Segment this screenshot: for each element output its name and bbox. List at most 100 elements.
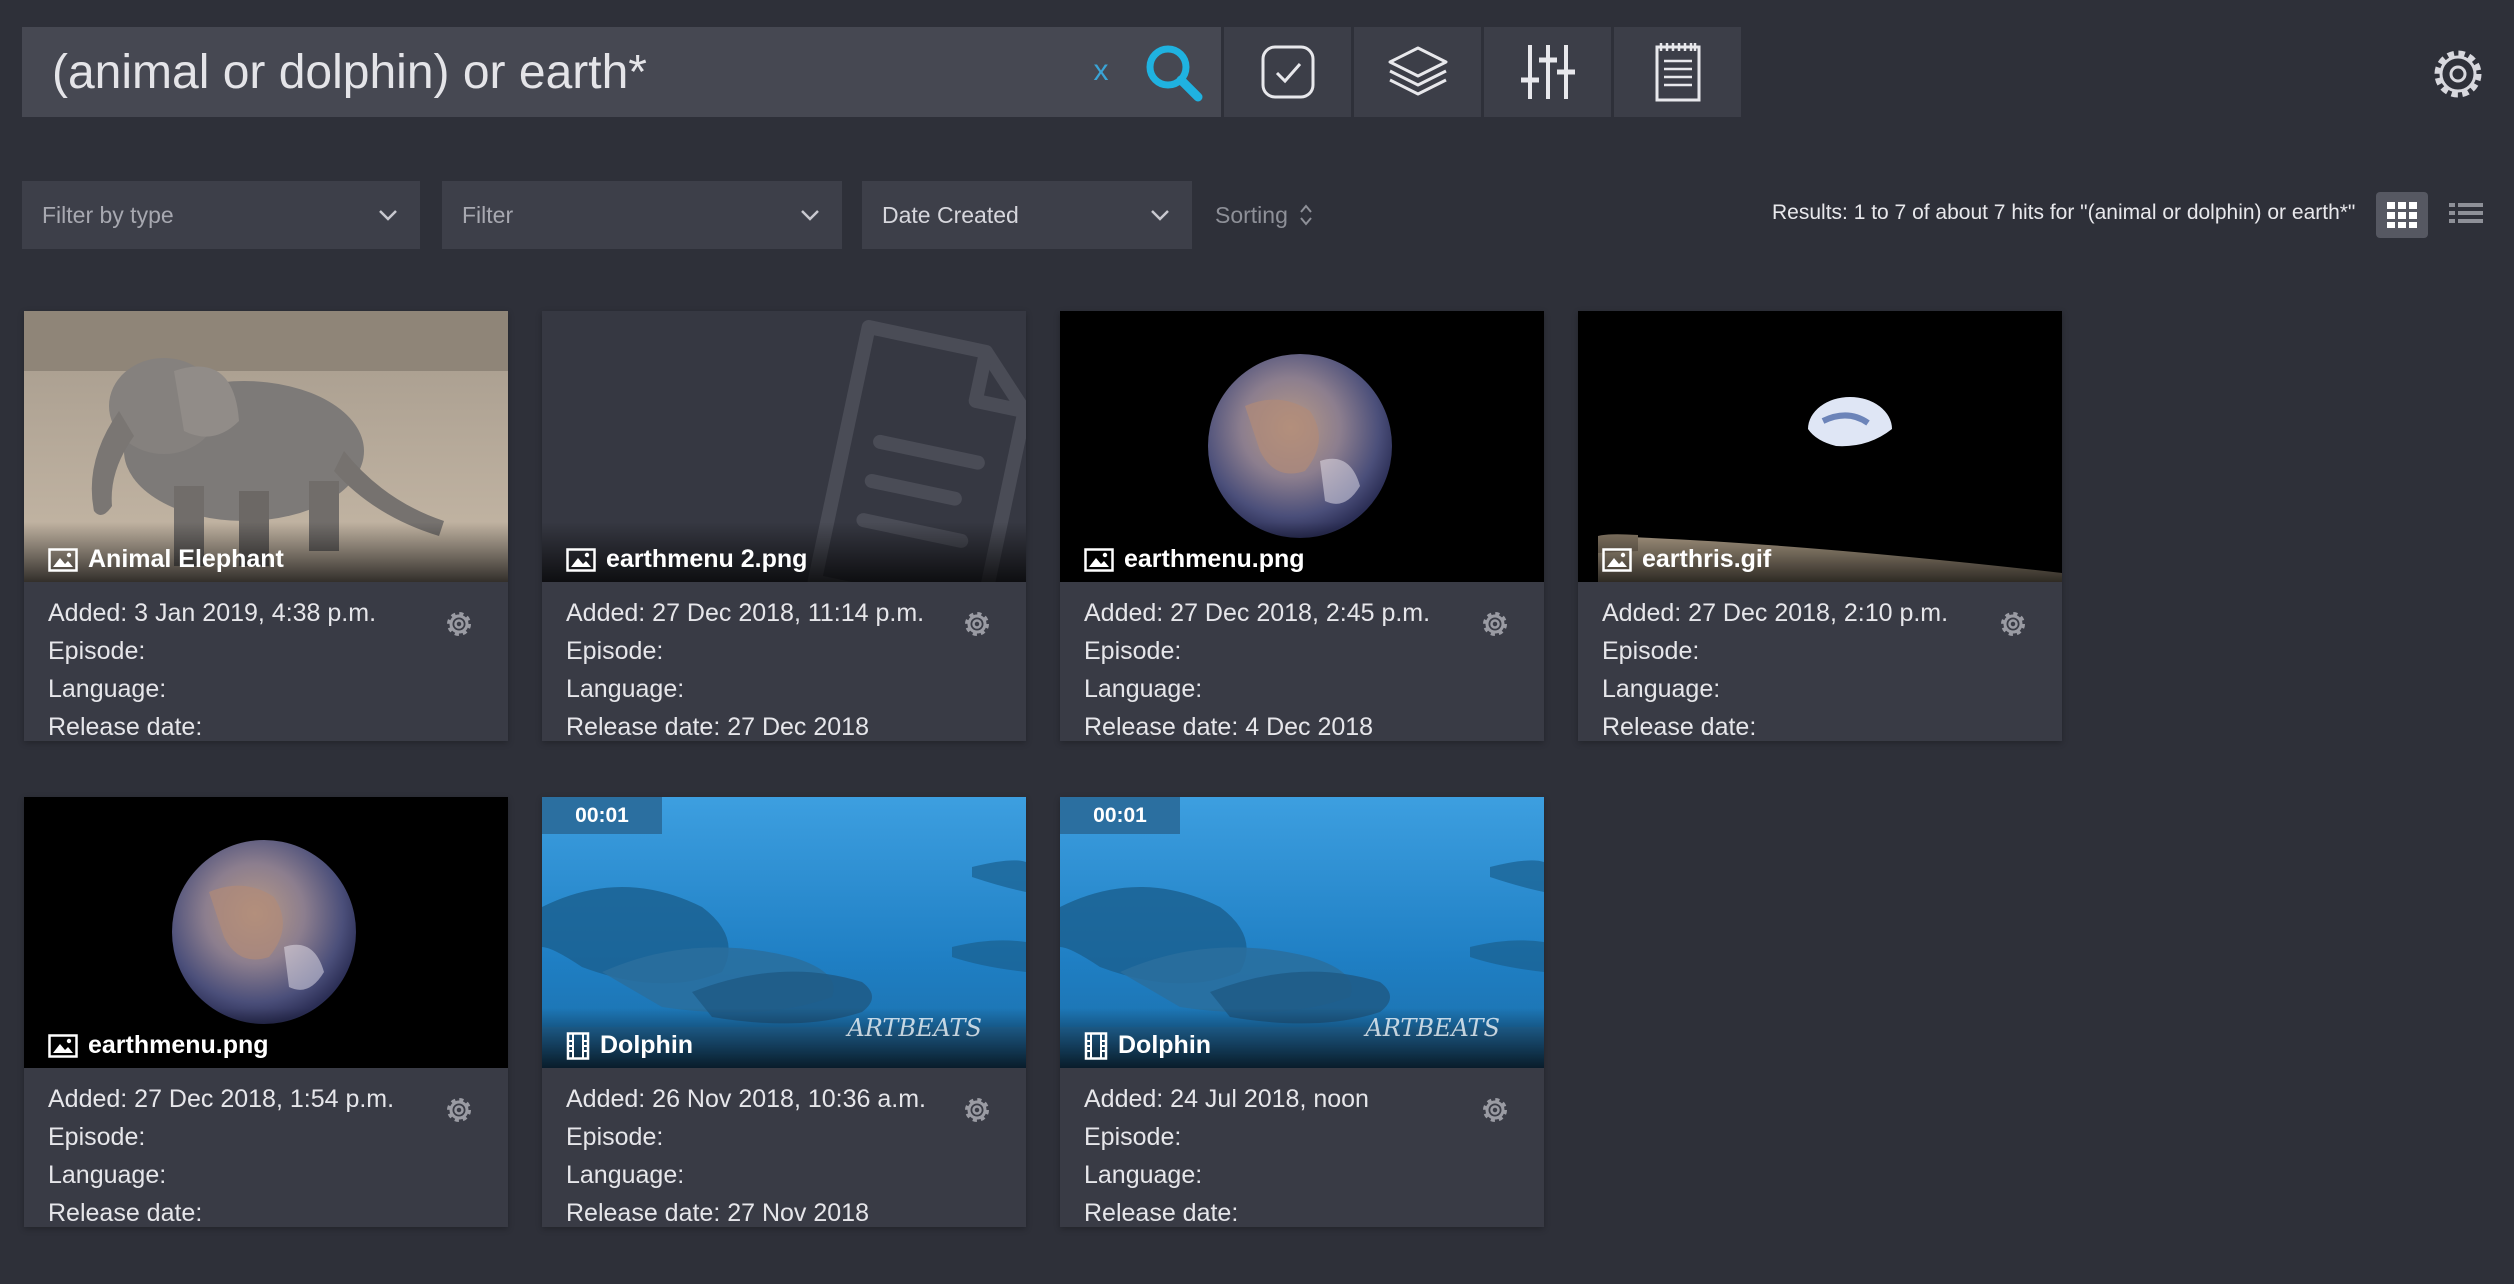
- grid-view-button[interactable]: [2376, 192, 2428, 238]
- filter-label: Filter: [462, 201, 514, 228]
- settings-gear-icon[interactable]: [2428, 44, 2488, 104]
- asset-settings-gear-icon[interactable]: [1478, 607, 1512, 641]
- episode-field: Episode:: [566, 1123, 664, 1151]
- notes-button[interactable]: [1614, 27, 1741, 117]
- language-field: Language:: [48, 1161, 167, 1189]
- asset-metadata: Added: 3 Jan 2019, 4:38 p.m. Episode: La…: [48, 594, 376, 741]
- duration-badge: 00:01: [1060, 797, 1180, 834]
- asset-title: earthris.gif: [1642, 545, 1772, 573]
- list-view-button[interactable]: [2440, 192, 2492, 238]
- grid-icon: [2387, 202, 2417, 228]
- image-type-icon: [48, 1033, 78, 1058]
- results-summary: Results: 1 to 7 of about 7 hits for "(an…: [1772, 201, 2356, 224]
- search-icon[interactable]: [1142, 41, 1206, 105]
- image-type-icon: [566, 547, 596, 572]
- added-date: Added: 27 Dec 2018, 2:45 p.m.: [1084, 599, 1431, 627]
- asset-card[interactable]: Animal Elephant Added: 3 Jan 2019, 4:38 …: [24, 311, 508, 741]
- asset-caption: Dolphin: [566, 1031, 693, 1060]
- asset-card[interactable]: 00:01 ARTBEATS Dolphin Added: 26 Nov 201…: [542, 797, 1026, 1227]
- list-icon: [2449, 203, 2483, 223]
- chevron-down-icon: [379, 210, 397, 221]
- asset-thumbnail[interactable]: earthmenu.png: [24, 797, 508, 1068]
- language-field: Language:: [1084, 675, 1203, 703]
- asset-title: earthmenu.png: [1124, 545, 1305, 573]
- image-type-icon: [1084, 547, 1114, 572]
- asset-settings-gear-icon[interactable]: [1478, 1093, 1512, 1127]
- release-date-field: Release date:: [48, 713, 203, 741]
- layers-icon: [1388, 46, 1447, 96]
- asset-thumbnail[interactable]: earthris.gif: [1578, 311, 2062, 582]
- asset-settings-gear-icon[interactable]: [442, 1093, 476, 1127]
- release-date-field: Release date: 4 Dec 2018: [1084, 713, 1374, 741]
- added-date: Added: 27 Dec 2018, 1:54 p.m.: [48, 1085, 395, 1113]
- collections-button[interactable]: [1354, 27, 1481, 117]
- asset-card[interactable]: earthmenu.png Added: 27 Dec 2018, 2:45 p…: [1060, 311, 1544, 741]
- asset-settings-gear-icon[interactable]: [442, 607, 476, 641]
- check-square-icon: [1261, 45, 1314, 99]
- filter-by-type-select[interactable]: Filter by type: [22, 181, 420, 249]
- asset-thumbnail[interactable]: Animal Elephant: [24, 311, 508, 582]
- asset-title: earthmenu.png: [88, 1031, 269, 1059]
- added-date: Added: 26 Nov 2018, 10:36 a.m.: [566, 1085, 926, 1113]
- episode-field: Episode:: [48, 637, 146, 665]
- episode-field: Episode:: [48, 1123, 146, 1151]
- asset-card[interactable]: earthmenu.png Added: 27 Dec 2018, 1:54 p…: [24, 797, 508, 1227]
- search-input[interactable]: [22, 27, 1042, 117]
- chevron-down-icon: [1151, 210, 1169, 221]
- asset-metadata: Added: 27 Dec 2018, 2:45 p.m. Episode: L…: [1084, 594, 1430, 741]
- asset-card[interactable]: earthmenu 2.png Added: 27 Dec 2018, 11:1…: [542, 311, 1026, 741]
- asset-thumbnail[interactable]: 00:01 ARTBEATS Dolphin: [1060, 797, 1544, 1068]
- asset-metadata: Added: 27 Dec 2018, 11:14 p.m. Episode: …: [566, 594, 924, 741]
- image-type-icon: [48, 547, 78, 572]
- filter-select[interactable]: Filter: [442, 181, 842, 249]
- episode-field: Episode:: [1084, 1123, 1182, 1151]
- asset-metadata: Added: 27 Dec 2018, 2:10 p.m. Episode: L…: [1602, 594, 1948, 741]
- asset-title: Dolphin: [600, 1031, 694, 1059]
- release-date-field: Release date:: [1602, 713, 1757, 741]
- release-date-field: Release date: 27 Dec 2018: [566, 713, 869, 741]
- episode-field: Episode:: [1084, 637, 1182, 665]
- asset-metadata: Added: 27 Dec 2018, 1:54 p.m. Episode: L…: [48, 1080, 394, 1227]
- filters-button[interactable]: [1484, 27, 1611, 117]
- select-mode-button[interactable]: [1224, 27, 1351, 117]
- asset-thumbnail[interactable]: earthmenu.png: [1060, 311, 1544, 582]
- asset-title: Dolphin: [1118, 1031, 1212, 1059]
- added-date: Added: 27 Dec 2018, 11:14 p.m.: [566, 599, 925, 627]
- asset-caption: earthmenu 2.png: [566, 545, 807, 574]
- added-date: Added: 3 Jan 2019, 4:38 p.m.: [48, 599, 377, 627]
- filter-by-type-label: Filter by type: [42, 201, 174, 228]
- asset-title: Animal Elephant: [88, 545, 284, 573]
- language-field: Language:: [566, 675, 685, 703]
- asset-caption: earthmenu.png: [1084, 545, 1305, 574]
- asset-thumbnail[interactable]: 00:01 ARTBEATS Dolphin: [542, 797, 1026, 1068]
- asset-settings-gear-icon[interactable]: [960, 1093, 994, 1127]
- asset-thumbnail[interactable]: earthmenu 2.png: [542, 311, 1026, 582]
- clear-search-button[interactable]: x: [1086, 53, 1116, 89]
- watermark-text: ARTBEATS: [1365, 1014, 1500, 1042]
- asset-card[interactable]: earthris.gif Added: 27 Dec 2018, 2:10 p.…: [1578, 311, 2062, 741]
- asset-title: earthmenu 2.png: [606, 545, 808, 573]
- asset-settings-gear-icon[interactable]: [1996, 607, 2030, 641]
- added-date: Added: 27 Dec 2018, 2:10 p.m.: [1602, 599, 1949, 627]
- video-type-icon: [1084, 1031, 1108, 1060]
- language-field: Language:: [1602, 675, 1721, 703]
- release-date-field: Release date:: [48, 1199, 203, 1227]
- asset-card[interactable]: 00:01 ARTBEATS Dolphin Added: 24 Jul 201…: [1060, 797, 1544, 1227]
- notepad-icon: [1655, 43, 1700, 102]
- asset-caption: earthris.gif: [1602, 545, 1771, 574]
- asset-caption: Animal Elephant: [48, 545, 284, 574]
- sorting-toggle[interactable]: Sorting: [1215, 201, 1314, 229]
- language-field: Language:: [1084, 1161, 1203, 1189]
- image-type-icon: [1602, 547, 1632, 572]
- top-toolbar: x: [22, 27, 1741, 117]
- episode-field: Episode:: [1602, 637, 1700, 665]
- asset-caption: Dolphin: [1084, 1031, 1211, 1060]
- sliders-icon: [1520, 45, 1575, 99]
- sorting-label: Sorting: [1215, 201, 1288, 228]
- release-date-field: Release date:: [1084, 1199, 1239, 1227]
- asset-settings-gear-icon[interactable]: [960, 607, 994, 641]
- sort-field-label: Date Created: [882, 201, 1019, 228]
- sort-field-select[interactable]: Date Created: [862, 181, 1192, 249]
- release-date-field: Release date: 27 Nov 2018: [566, 1199, 869, 1227]
- language-field: Language:: [48, 675, 167, 703]
